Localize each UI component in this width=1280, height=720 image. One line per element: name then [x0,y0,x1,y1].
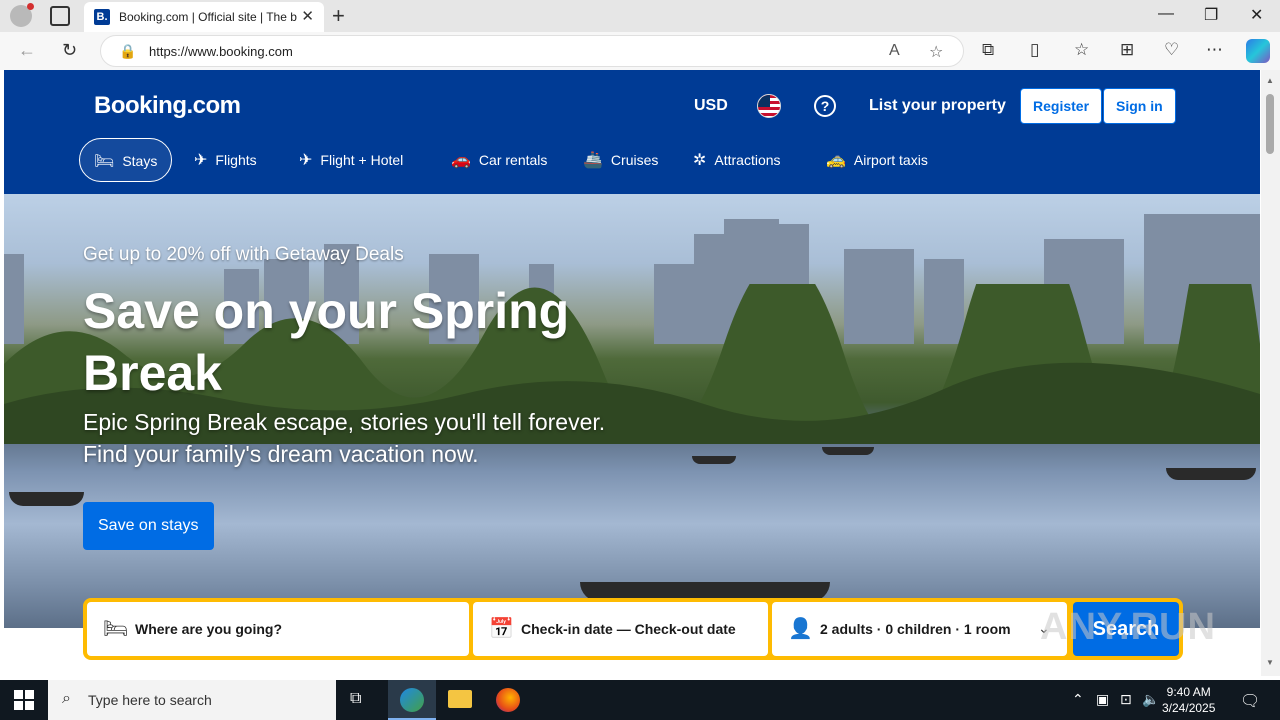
boat-image [822,447,874,455]
nav-label: Flight + Hotel [320,152,404,168]
anyrun-watermark: ANY.RUN [1040,606,1216,648]
booking-favicon: B. [94,9,110,25]
us-flag-icon[interactable] [757,94,781,118]
extensions-icon[interactable]: ⧉ [982,40,994,60]
nav-tab-car-rentals[interactable]: 🚗 Car rentals [437,138,561,182]
nav-label: Car rentals [478,152,548,168]
register-button[interactable]: Register [1020,88,1103,124]
currency-selector[interactable]: USD [694,97,728,115]
nav-label: Cruises [610,152,659,168]
tray-chevron-icon[interactable]: ⌃ [1072,691,1084,708]
taskbar-search[interactable]: ⌕ Type here to search [48,680,336,720]
clock-time: 9:40 AM [1166,685,1211,699]
favorite-icon[interactable]: ☆ [929,42,943,62]
nav-tab-attractions[interactable]: ✲ Attractions [679,138,795,182]
dates-input[interactable]: Check-in date — Check-out date [521,621,736,637]
network-tray-icon[interactable]: ▣ [1096,691,1109,708]
close-tab-icon[interactable]: ✕ [301,7,314,25]
wifi-tray-icon[interactable]: ⊡ [1120,691,1132,708]
browser-toolbar: ← ↻ 🔒 https://www.booking.com A ☆ ⧉ ▯ ☆ … [0,32,1280,70]
hero-title: Save on your Spring Break [83,283,570,401]
scroll-up-icon[interactable]: ▲ [1266,76,1274,85]
taskbar-search-input[interactable]: Type here to search [88,692,212,708]
guests-field[interactable]: 👤 2 adults · 0 children · 1 room ⌄ [772,602,1067,656]
ship-icon: 🚢 [583,152,603,169]
nav-tab-airport-taxis[interactable]: 🚕 Airport taxis [812,138,942,182]
nav-label: Stays [122,153,158,169]
hero-description: Epic Spring Break escape, stories you'll… [83,406,723,470]
bed-icon: 🛏 [94,153,115,170]
hero-banner: Get up to 20% off with Getaway Deals Sav… [4,194,1260,628]
url-text[interactable]: https://www.booking.com [149,44,293,59]
plane-icon: ✈ [194,152,208,169]
clock-date: 3/24/2025 [1162,701,1216,715]
taxi-icon: 🚕 [826,152,846,169]
address-bar[interactable]: 🔒 https://www.booking.com A ☆ [100,35,964,67]
windows-taskbar: ⌕ Type here to search ⧉ ⌃ ▣ ⊡ 🔈 9:40 AM … [0,680,1280,720]
calendar-icon: 📅 [489,618,514,640]
profile-icon[interactable] [10,3,34,27]
nav-label: Attractions [714,152,781,168]
nav-tab-stays[interactable]: 🛏 Stays [79,138,173,182]
sign-in-button[interactable]: Sign in [1103,88,1176,124]
hero-text-line: Find your family's dream vacation now. [83,441,479,467]
help-icon[interactable]: ? [814,95,836,117]
refresh-icon[interactable]: ↻ [62,40,77,61]
car-icon: 🚗 [451,152,471,169]
minimize-icon[interactable]: — [1158,5,1174,23]
destination-input[interactable]: Where are you going? [135,621,282,637]
restore-icon[interactable]: ❐ [1204,5,1218,25]
new-tab-icon[interactable]: + [332,3,345,29]
nav-label: Airport taxis [853,152,928,168]
edge-icon[interactable] [388,680,436,720]
clock[interactable]: 9:40 AM 3/24/2025 [1162,684,1215,716]
boat-image [1166,468,1256,480]
browser-essentials-icon[interactable]: ♡ [1164,40,1179,60]
guests-input[interactable]: 2 adults · 0 children · 1 room [820,621,1011,637]
nav-tab-flights[interactable]: ✈ Flights [180,138,271,182]
nav-label: Flights [215,152,257,168]
browser-tab-strip: B. Booking.com | Official site | The b ✕… [0,0,1280,32]
page-scrollbar[interactable]: ▲ ▼ [1261,70,1280,676]
lock-icon[interactable]: 🔒 [119,43,136,60]
list-property-link[interactable]: List your property [869,97,1006,115]
nav-tab-cruises[interactable]: 🚢 Cruises [569,138,672,182]
boat-image [9,492,84,506]
hero-subtitle: Get up to 20% off with Getaway Deals [83,244,404,265]
browser-tab[interactable]: B. Booking.com | Official site | The b ✕ [84,2,324,32]
bed-icon: 🛏 [103,618,129,640]
split-screen-icon[interactable]: ▯ [1030,40,1039,60]
page-viewport: Booking.com USD ? List your property Reg… [4,70,1260,676]
back-icon[interactable]: ← [18,40,36,61]
collections-icon[interactable]: ⊞ [1120,40,1134,60]
booking-logo[interactable]: Booking.com [94,92,241,120]
firefox-icon[interactable] [484,680,532,720]
nav-tab-flight-hotel[interactable]: ✈ Flight + Hotel [285,138,417,182]
search-icon: ⌕ [62,690,71,707]
notifications-icon[interactable]: 🗨 [1240,691,1260,711]
flight-hotel-icon: ✈ [299,152,313,169]
person-icon: 👤 [788,618,813,640]
save-on-stays-button[interactable]: Save on stays [83,502,214,550]
destination-field[interactable]: 🛏 Where are you going? [87,602,469,656]
volume-icon[interactable]: 🔈 [1142,691,1159,708]
tab-actions-icon[interactable] [50,6,70,26]
attractions-icon: ✲ [693,152,707,169]
tab-title: Booking.com | Official site | The b [119,10,297,24]
scroll-down-icon[interactable]: ▼ [1266,658,1274,667]
favorites-icon[interactable]: ☆ [1074,40,1089,60]
booking-header: Booking.com USD ? List your property Reg… [4,70,1260,194]
scrollbar-thumb[interactable] [1266,94,1274,154]
search-bar: 🛏 Where are you going? 📅 Check-in date —… [83,598,1183,660]
more-icon[interactable]: ⋯ [1206,40,1223,60]
read-aloud-icon[interactable]: A [889,42,900,60]
hero-text-line: Epic Spring Break escape, stories you'll… [83,409,606,435]
file-explorer-icon[interactable] [436,680,484,720]
windows-start-icon[interactable] [14,690,34,710]
close-window-icon[interactable]: ✕ [1250,5,1263,25]
dates-field[interactable]: 📅 Check-in date — Check-out date [473,602,768,656]
copilot-icon[interactable] [1246,39,1270,63]
task-view-icon[interactable]: ⧉ [336,680,384,720]
